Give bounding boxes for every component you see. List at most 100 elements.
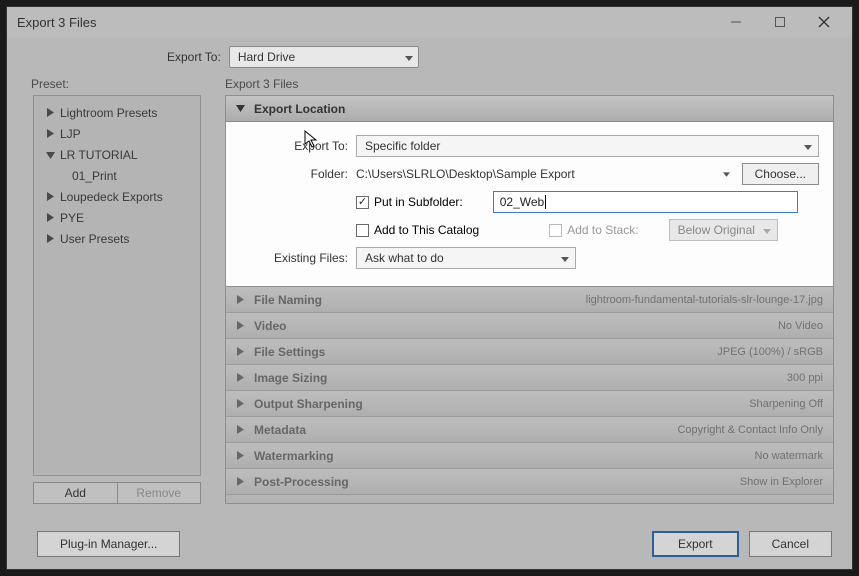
panel-title: Image Sizing: [254, 371, 327, 385]
folder-path: C:\Users\SLRLO\Desktop\Sample Export: [356, 167, 718, 181]
panel-summary: No Video: [778, 320, 823, 332]
folder-menu-dropdown[interactable]: [718, 172, 736, 177]
panel-summary: JPEG (100%) / sRGB: [717, 346, 823, 358]
chevron-down-icon: [763, 223, 771, 237]
triangle-right-icon: [44, 108, 56, 117]
triangle-right-icon: [236, 295, 250, 304]
add-to-stack-label: Add to Stack:: [567, 223, 638, 237]
panel-header[interactable]: Post-Processing Show in Explorer: [226, 469, 833, 495]
panel-header[interactable]: Image Sizing 300 ppi: [226, 365, 833, 391]
panel-header[interactable]: Output Sharpening Sharpening Off: [226, 391, 833, 417]
existing-files-select[interactable]: Ask what to do: [356, 247, 576, 269]
maximize-button[interactable]: [758, 8, 802, 36]
preset-item[interactable]: LR TUTORIAL: [34, 144, 200, 165]
panel-title: Video: [254, 319, 286, 333]
add-to-catalog-checkbox[interactable]: [356, 224, 369, 237]
close-button[interactable]: [802, 8, 846, 36]
preset-item[interactable]: Loupedeck Exports: [34, 186, 200, 207]
titlebar: Export 3 Files: [7, 7, 852, 37]
preset-heading: Preset:: [31, 77, 201, 91]
preset-label: LR TUTORIAL: [60, 148, 138, 162]
preset-child-item[interactable]: 01_Print: [34, 165, 200, 186]
triangle-right-icon: [236, 451, 250, 460]
panel-header[interactable]: File Naming lightroom-fundamental-tutoria…: [226, 287, 833, 313]
window-title: Export 3 Files: [17, 15, 714, 30]
export-to-label: Export To:: [167, 50, 221, 64]
panel-title: Post-Processing: [254, 475, 349, 489]
panel-header[interactable]: Watermarking No watermark: [226, 443, 833, 469]
preset-label: Loupedeck Exports: [60, 190, 163, 204]
triangle-down-icon: [44, 151, 56, 159]
stack-position-select: Below Original: [669, 219, 778, 241]
panel-title: Metadata: [254, 423, 306, 437]
triangle-right-icon: [44, 213, 56, 222]
preset-label: User Presets: [60, 232, 129, 246]
preset-item[interactable]: User Presets: [34, 228, 200, 249]
panel-title: Watermarking: [254, 449, 334, 463]
triangle-down-icon: [236, 104, 250, 113]
panel-summary: Copyright & Contact Info Only: [677, 424, 823, 436]
panel-summary: Show in Explorer: [740, 476, 823, 488]
triangle-right-icon: [44, 129, 56, 138]
remove-preset-button[interactable]: Remove: [118, 482, 202, 504]
triangle-right-icon: [236, 321, 250, 330]
export-to-select[interactable]: Hard Drive: [229, 46, 419, 68]
export-to-value: Hard Drive: [238, 50, 295, 64]
panel-summary: 300 ppi: [787, 372, 823, 384]
subfolder-value: 02_Web: [500, 195, 544, 209]
preset-item[interactable]: LJP: [34, 123, 200, 144]
export-to-inner-label: Export To:: [240, 139, 356, 153]
folder-label: Folder:: [240, 167, 356, 181]
triangle-right-icon: [236, 425, 250, 434]
plugin-manager-button[interactable]: Plug-in Manager...: [37, 531, 180, 557]
triangle-right-icon: [44, 234, 56, 243]
export-dialog: Export 3 Files Export To: Hard Drive Pre…: [6, 6, 853, 570]
right-heading: Export 3 Files: [225, 77, 834, 91]
minimize-button[interactable]: [714, 8, 758, 36]
preset-item[interactable]: PYE: [34, 207, 200, 228]
add-preset-button[interactable]: Add: [33, 482, 118, 504]
panel-header[interactable]: Video No Video: [226, 313, 833, 339]
triangle-right-icon: [236, 373, 250, 382]
export-to-folder-select[interactable]: Specific folder: [356, 135, 819, 157]
existing-files-value: Ask what to do: [365, 251, 444, 265]
panel-summary: Sharpening Off: [749, 398, 823, 410]
chevron-down-icon: [561, 251, 569, 265]
put-in-subfolder-label: Put in Subfolder:: [374, 195, 463, 209]
panel-title: Output Sharpening: [254, 397, 363, 411]
export-to-folder-value: Specific folder: [365, 139, 440, 153]
preset-tree[interactable]: Lightroom Presets LJP LR TUTORIAL 01_Print L…: [33, 95, 201, 476]
existing-files-label: Existing Files:: [240, 251, 356, 265]
chevron-down-icon: [804, 139, 812, 153]
panel-title: File Naming: [254, 293, 322, 307]
panel-header[interactable]: File Settings JPEG (100%) / sRGB: [226, 339, 833, 365]
preset-label: PYE: [60, 211, 84, 225]
export-button[interactable]: Export: [652, 531, 739, 557]
chevron-down-icon: [405, 50, 413, 64]
subfolder-input[interactable]: 02_Web: [493, 191, 798, 213]
add-to-catalog-label: Add to This Catalog: [374, 223, 479, 237]
panel-title: File Settings: [254, 345, 325, 359]
panel-summary: lightroom-fundamental-tutorials-slr-loun…: [586, 294, 823, 306]
choose-folder-button[interactable]: Choose...: [742, 163, 819, 185]
panel-stack: Export Location Export To: Specific fold…: [225, 95, 834, 504]
put-in-subfolder-checkbox[interactable]: [356, 196, 369, 209]
triangle-right-icon: [236, 399, 250, 408]
preset-item[interactable]: Lightroom Presets: [34, 102, 200, 123]
triangle-right-icon: [236, 347, 250, 356]
cancel-button[interactable]: Cancel: [749, 531, 832, 557]
triangle-right-icon: [44, 192, 56, 201]
triangle-right-icon: [236, 477, 250, 486]
stack-position-value: Below Original: [678, 223, 755, 237]
footer: Plug-in Manager... Export Cancel: [7, 519, 852, 569]
preset-label: 01_Print: [72, 169, 117, 183]
export-location-header[interactable]: Export Location: [226, 96, 833, 122]
export-location-body: Export To: Specific folder Folder: C:\Us…: [226, 122, 833, 287]
panel-header[interactable]: Metadata Copyright & Contact Info Only: [226, 417, 833, 443]
preset-label: Lightroom Presets: [60, 106, 157, 120]
export-to-row: Export To: Hard Drive: [7, 37, 852, 77]
add-to-stack-checkbox: [549, 224, 562, 237]
preset-label: LJP: [60, 127, 81, 141]
export-location-title: Export Location: [254, 102, 345, 116]
panel-summary: No watermark: [755, 450, 823, 462]
